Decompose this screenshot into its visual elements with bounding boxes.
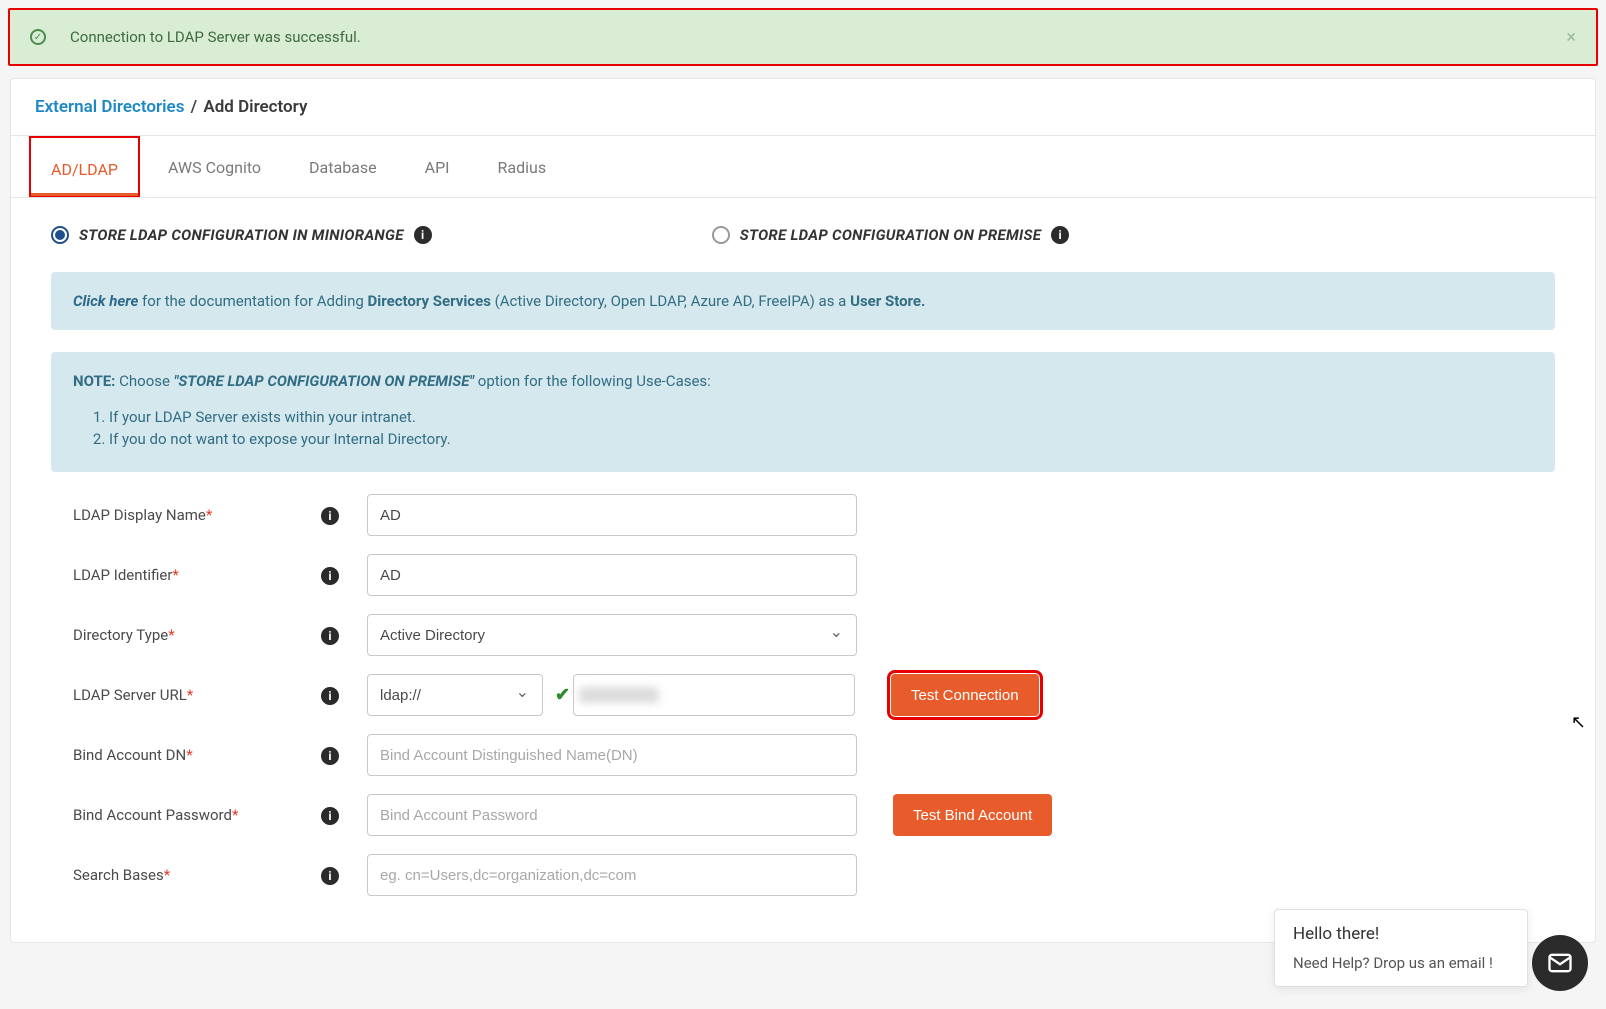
- row-server-url: LDAP Server URL* i ldap:// ✔ Test Connec…: [51, 674, 1555, 716]
- radio-icon-unchecked: [712, 226, 730, 244]
- breadcrumb-current: Add Directory: [203, 97, 307, 117]
- alert-message: Connection to LDAP Server was successful…: [70, 28, 361, 46]
- info-icon[interactable]: i: [321, 627, 339, 645]
- tab-radius[interactable]: Radius: [478, 136, 567, 197]
- note-label: NOTE:: [73, 372, 115, 390]
- check-icon: ✔: [555, 685, 570, 706]
- radio-label: STORE LDAP CONFIGURATION ON PREMISE: [740, 226, 1042, 244]
- tab-api[interactable]: API: [405, 136, 470, 197]
- row-directory-type: Directory Type* i Active Directory: [51, 614, 1555, 656]
- chat-line2: Need Help? Drop us an email !: [1293, 954, 1509, 972]
- row-identifier: LDAP Identifier* i: [51, 554, 1555, 596]
- info-icon[interactable]: i: [414, 226, 432, 244]
- doc-banner: Click here for the documentation for Add…: [51, 272, 1555, 330]
- tab-ad-ldap[interactable]: AD/LDAP: [29, 136, 140, 197]
- radio-store-onpremise[interactable]: STORE LDAP CONFIGURATION ON PREMISE i: [712, 226, 1070, 244]
- info-icon[interactable]: i: [321, 867, 339, 885]
- note-item: If you do not want to expose your Intern…: [109, 430, 1533, 448]
- success-alert: ✓ Connection to LDAP Server was successf…: [8, 8, 1598, 66]
- note-item: If your LDAP Server exists within your i…: [109, 408, 1533, 426]
- tab-aws-cognito[interactable]: AWS Cognito: [148, 136, 281, 197]
- breadcrumb: External Directories / Add Directory: [11, 79, 1595, 136]
- info-icon[interactable]: i: [321, 567, 339, 585]
- info-icon[interactable]: i: [1051, 226, 1069, 244]
- info-icon[interactable]: i: [321, 747, 339, 765]
- bind-password-input[interactable]: [367, 794, 857, 836]
- chat-popup: Hello there! Need Help? Drop us an email…: [1274, 909, 1528, 987]
- chat-line1: Hello there!: [1293, 924, 1509, 944]
- main-panel: External Directories / Add Directory AD/…: [10, 78, 1596, 943]
- info-icon[interactable]: i: [321, 687, 339, 705]
- note-banner: NOTE: Choose "STORE LDAP CONFIGURATION O…: [51, 352, 1555, 472]
- tabs: AD/LDAP AWS Cognito Database API Radius: [11, 136, 1595, 198]
- tab-content: STORE LDAP CONFIGURATION IN MINIORANGE i…: [11, 198, 1595, 942]
- storage-radio-group: STORE LDAP CONFIGURATION IN MINIORANGE i…: [51, 226, 1555, 244]
- radio-label: STORE LDAP CONFIGURATION IN MINIORANGE: [79, 226, 404, 244]
- check-circle-icon: ✓: [30, 29, 46, 45]
- ldap-display-name-input[interactable]: [367, 494, 857, 536]
- breadcrumb-separator: /: [191, 97, 202, 117]
- radio-store-miniorange[interactable]: STORE LDAP CONFIGURATION IN MINIORANGE i: [51, 226, 432, 244]
- radio-icon-checked: [51, 226, 69, 244]
- bind-dn-input[interactable]: [367, 734, 857, 776]
- close-icon[interactable]: ×: [1566, 27, 1576, 48]
- breadcrumb-link[interactable]: External Directories: [35, 97, 184, 117]
- row-search-bases: Search Bases* i: [51, 854, 1555, 896]
- test-bind-account-button[interactable]: Test Bind Account: [893, 794, 1052, 836]
- search-bases-input[interactable]: [367, 854, 857, 896]
- directory-type-select[interactable]: Active Directory: [367, 614, 857, 656]
- row-bind-dn: Bind Account DN* i: [51, 734, 1555, 776]
- test-connection-button[interactable]: Test Connection: [891, 674, 1039, 716]
- row-display-name: LDAP Display Name* i: [51, 494, 1555, 536]
- tab-database[interactable]: Database: [289, 136, 397, 197]
- mail-icon: [1546, 949, 1574, 977]
- cursor-icon: ↖: [1571, 712, 1586, 733]
- ldap-identifier-input[interactable]: [367, 554, 857, 596]
- info-icon[interactable]: i: [321, 807, 339, 825]
- chat-button[interactable]: [1532, 935, 1588, 991]
- info-icon[interactable]: i: [321, 507, 339, 525]
- redacted-host: [579, 687, 659, 703]
- row-bind-password: Bind Account Password* i Test Bind Accou…: [51, 794, 1555, 836]
- protocol-select[interactable]: ldap://: [367, 674, 543, 716]
- click-here-link[interactable]: Click here: [73, 292, 138, 310]
